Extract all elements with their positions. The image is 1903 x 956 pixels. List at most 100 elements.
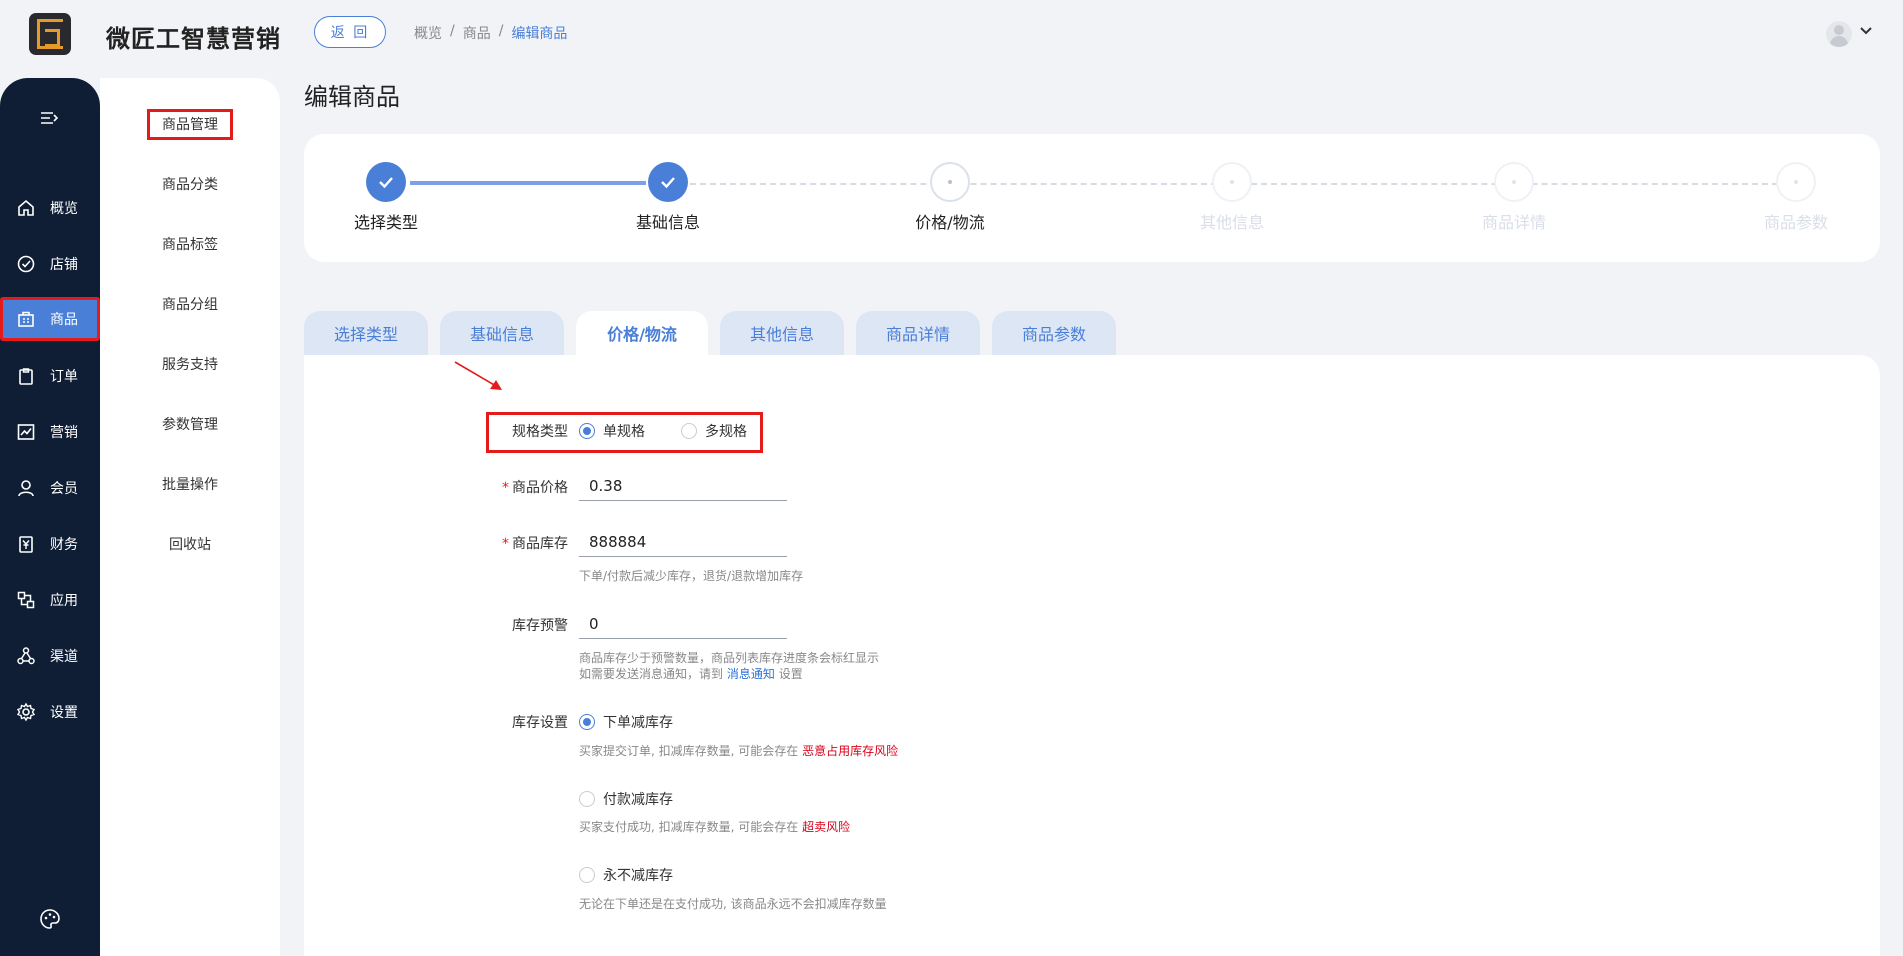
nav-item-label: 渠道 [50, 649, 78, 665]
radio-checked-icon [579, 714, 595, 730]
breadcrumb: 概览 / 商品 / 编辑商品 [414, 23, 567, 43]
user-avatar[interactable] [1826, 21, 1852, 47]
subnav-item-categories[interactable]: 商品分类 [100, 174, 280, 194]
apps-icon [16, 590, 36, 610]
nav-item-finance[interactable]: 财务 [0, 522, 100, 566]
chart-icon [16, 422, 36, 442]
nav-item-settings[interactable]: 设置 [0, 690, 100, 734]
nav-item-label: 会员 [50, 481, 78, 497]
annotation-arrow-icon [454, 361, 502, 390]
nav-item-products[interactable]: 商品 [0, 297, 100, 341]
step-4-node [1212, 162, 1252, 202]
nav-item-members[interactable]: 会员 [0, 466, 100, 510]
breadcrumb-products[interactable]: 商品 [463, 23, 491, 43]
deduct-on-order-hint: 买家提交订单, 扣减库存数量, 可能会存在 恶意占用库存风险 [579, 744, 899, 758]
subnav-item-label: 商品标签 [162, 237, 218, 253]
breadcrumb-overview[interactable]: 概览 [414, 23, 442, 43]
main-nav: 概览 店铺 商品 订单 营销 会员 财务 应用 渠道 设置 [0, 78, 100, 956]
step-label: 选择类型 [353, 213, 418, 232]
steps-progress: 选择类型 基础信息 价格/物流 其他信息 商品详情 商品参数 [304, 134, 1880, 262]
subnav-item-tags[interactable]: 商品标签 [100, 234, 280, 254]
back-button[interactable]: 返 回 [314, 16, 386, 48]
nav-item-label: 财务 [50, 537, 78, 553]
nav-item-label: 商品 [50, 312, 78, 328]
tab-select-type[interactable]: 选择类型 [304, 311, 428, 355]
radio-unchecked-icon [579, 867, 595, 883]
radio-multi-spec[interactable]: 多规格 [681, 421, 747, 441]
home-icon [16, 198, 36, 218]
nav-item-label: 设置 [50, 705, 78, 721]
clipboard-icon [16, 366, 36, 386]
step-3-node [930, 162, 970, 202]
price-input[interactable] [579, 471, 787, 501]
nav-item-marketing[interactable]: 营销 [0, 410, 100, 454]
deduct-on-payment-hint: 买家支付成功, 扣减库存数量, 可能会存在 超卖风险 [579, 820, 851, 834]
radio-label: 下单减库存 [603, 715, 673, 731]
nav-item-shop[interactable]: 店铺 [0, 242, 100, 286]
step-5-node [1494, 162, 1534, 202]
step-1-check-icon [366, 162, 406, 202]
nav-item-label: 概览 [50, 201, 78, 217]
radio-deduct-on-payment[interactable]: 付款减库存 [579, 789, 673, 809]
radio-deduct-on-order[interactable]: 下单减库存 [579, 712, 673, 732]
page-title: 编辑商品 [304, 83, 400, 111]
subnav-item-product-management[interactable]: 商品管理 [100, 109, 280, 140]
radio-label: 多规格 [705, 424, 747, 440]
price-label: * 商品价格 [502, 480, 568, 496]
breadcrumb-current: 编辑商品 [511, 26, 568, 42]
palette-icon[interactable] [39, 908, 61, 934]
stock-warning-notify-hint: 如需要发送消息通知，请到 消息通知 设置 [579, 667, 803, 681]
stock-input[interactable] [579, 527, 787, 557]
breadcrumb-separator: / [450, 23, 455, 39]
nav-item-orders[interactable]: 订单 [0, 354, 100, 398]
stock-warning-hint: 商品库存少于预警数量，商品列表库存进度条会标红显示 [579, 651, 880, 665]
subnav-item-recycle-bin[interactable]: 回收站 [100, 534, 280, 554]
subnav-item-label: 商品管理 [147, 109, 233, 140]
tab-other-info[interactable]: 其他信息 [720, 311, 844, 355]
shop-check-icon [16, 254, 36, 274]
subnav-item-label: 商品分组 [162, 297, 218, 313]
radio-label: 单规格 [603, 424, 645, 440]
subnav-item-params[interactable]: 参数管理 [100, 414, 280, 434]
form-tabs: 选择类型 基础信息 价格/物流 其他信息 商品详情 商品参数 [304, 311, 1116, 355]
channel-icon [16, 646, 36, 666]
radio-checked-icon [579, 423, 595, 439]
stock-warning-input[interactable] [579, 609, 787, 639]
step-label: 基础信息 [635, 213, 700, 232]
tab-basic-info[interactable]: 基础信息 [440, 311, 564, 355]
tab-product-params[interactable]: 商品参数 [992, 311, 1116, 355]
product-subnav: 商品管理 商品分类 商品标签 商品分组 服务支持 参数管理 批量操作 回收站 [100, 78, 280, 956]
radio-unchecked-icon [579, 791, 595, 807]
tab-product-details[interactable]: 商品详情 [856, 311, 980, 355]
tab-price-logistics[interactable]: 价格/物流 [576, 311, 708, 355]
subnav-item-label: 商品分类 [162, 177, 218, 193]
subnav-item-label: 回收站 [169, 537, 211, 553]
subnav-item-groups[interactable]: 商品分组 [100, 294, 280, 314]
chevron-down-icon[interactable] [1860, 24, 1872, 40]
step-label: 商品参数 [1763, 213, 1828, 232]
step-6-node [1776, 162, 1816, 202]
subnav-item-batch[interactable]: 批量操作 [100, 474, 280, 494]
stock-label: * 商品库存 [502, 536, 568, 552]
nav-item-label: 营销 [50, 425, 78, 441]
radio-single-spec[interactable]: 单规格 [579, 421, 645, 441]
nav-item-channels[interactable]: 渠道 [0, 634, 100, 678]
brand-name: 微匠工智慧营销 [106, 25, 281, 53]
message-notification-link[interactable]: 消息通知 [727, 667, 775, 681]
radio-label: 永不减库存 [603, 868, 673, 884]
stock-setting-label: 库存设置 [512, 715, 568, 731]
step-label: 其他信息 [1199, 213, 1264, 232]
subnav-item-label: 参数管理 [162, 417, 218, 433]
radio-label: 付款减库存 [603, 792, 673, 808]
nav-item-label: 订单 [50, 369, 78, 385]
radio-never-deduct[interactable]: 永不减库存 [579, 865, 673, 885]
product-bag-icon [16, 309, 36, 329]
nav-item-overview[interactable]: 概览 [0, 186, 100, 230]
stock-hint: 下单/付款后减少库存，退货/退款增加库存 [579, 569, 804, 583]
never-deduct-hint: 无论在下单还是在支付成功, 该商品永远不会扣减库存数量 [579, 897, 887, 911]
nav-item-apps[interactable]: 应用 [0, 578, 100, 622]
nav-item-label: 应用 [50, 593, 78, 609]
breadcrumb-separator: / [498, 23, 504, 39]
menu-collapse-icon[interactable] [39, 110, 59, 131]
subnav-item-service[interactable]: 服务支持 [100, 354, 280, 374]
